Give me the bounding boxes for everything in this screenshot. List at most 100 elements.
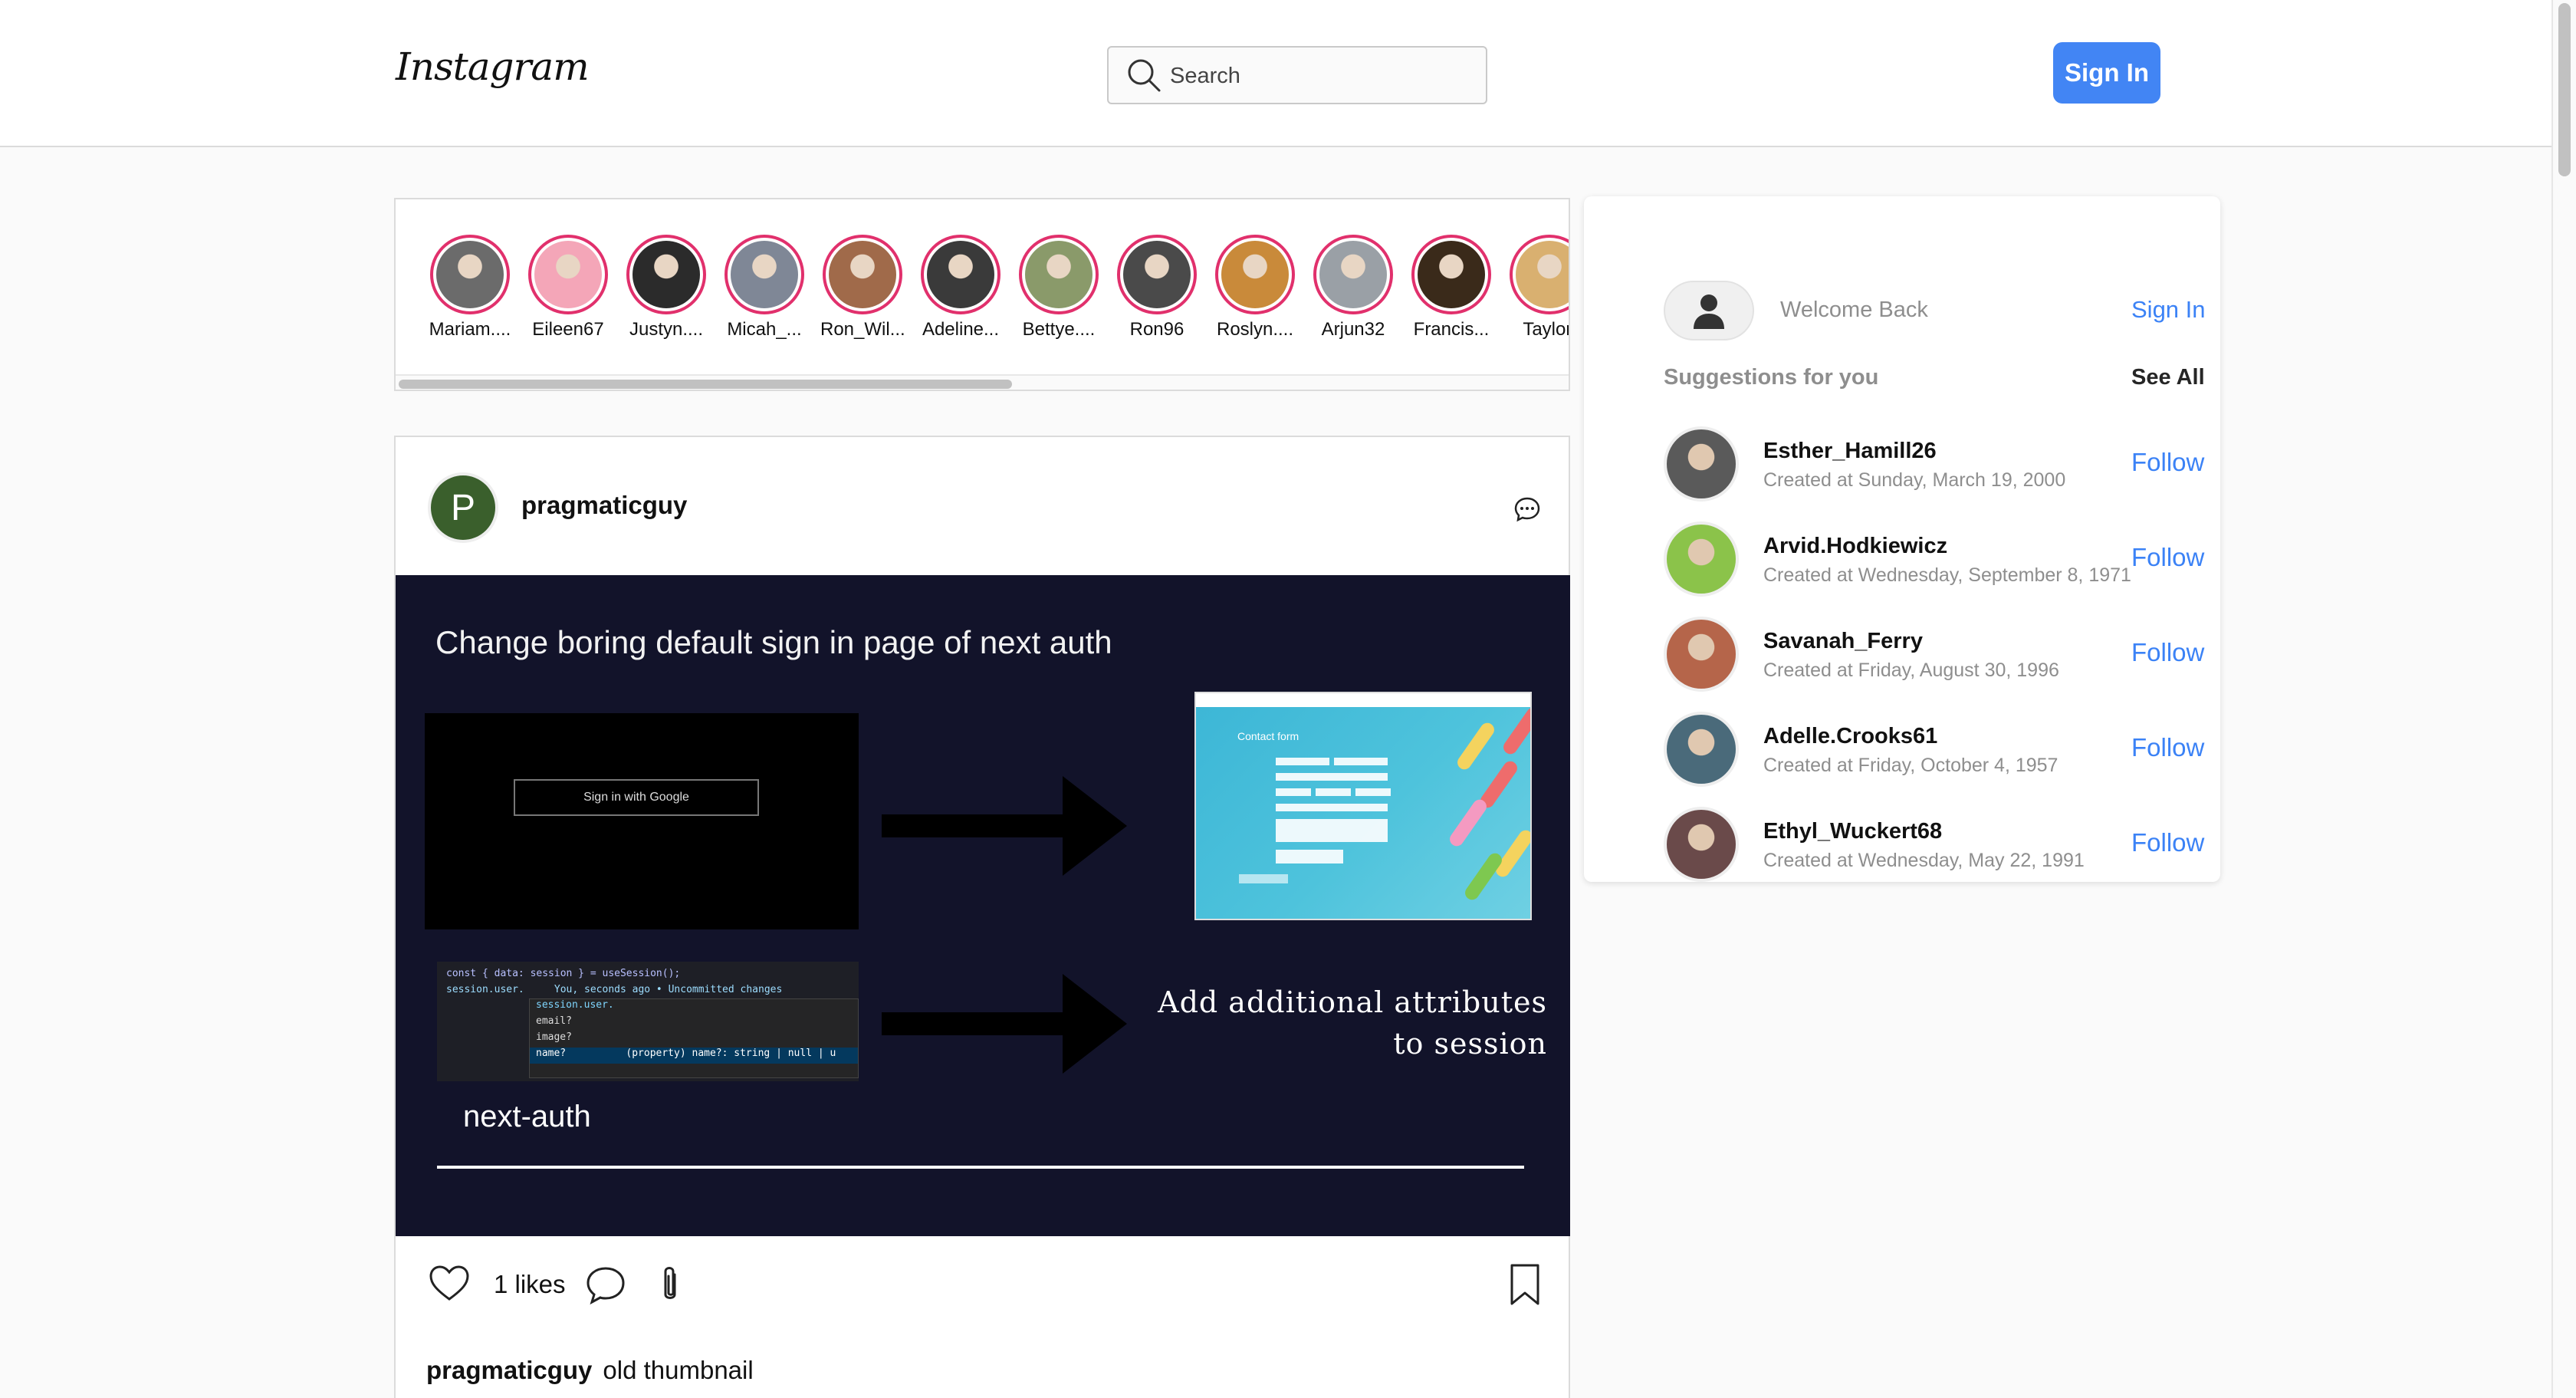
suggestion-avatar[interactable] xyxy=(1664,521,1739,597)
suggestion-username[interactable]: Esther_Hamill26 xyxy=(1763,439,1937,464)
feed-post: P pragmaticguy Change boring default sig… xyxy=(394,436,1570,1398)
search-input[interactable] xyxy=(1170,58,1477,94)
like-count: 1 likes xyxy=(494,1270,566,1298)
story-item[interactable]: Arjun32 xyxy=(1311,235,1395,340)
caption-text: old thumbnail xyxy=(603,1356,754,1384)
post-caption: pragmaticguy old thumbnail xyxy=(426,1356,754,1385)
story-avatar[interactable] xyxy=(430,235,510,314)
code-snippet-screenshot: const { data: session } = useSession(); … xyxy=(437,962,859,1081)
bookmark-icon[interactable] xyxy=(1506,1262,1544,1307)
page-scrollbar-thumb[interactable] xyxy=(2558,3,2571,176)
image-divider xyxy=(437,1166,1524,1169)
story-item[interactable]: Ron96 xyxy=(1115,235,1199,340)
story-avatar[interactable] xyxy=(1215,235,1295,314)
follow-button[interactable]: Follow xyxy=(2131,828,2204,857)
story-avatar[interactable] xyxy=(528,235,608,314)
story-username: Taylor. xyxy=(1523,319,1569,340)
story-avatar[interactable] xyxy=(1411,235,1491,314)
sidebar-sign-in-link[interactable]: Sign In xyxy=(2131,296,2206,324)
follow-button[interactable]: Follow xyxy=(2131,448,2204,477)
follow-button[interactable]: Follow xyxy=(2131,543,2204,572)
post-author-name[interactable]: pragmaticguy xyxy=(521,491,687,520)
suggestion-username[interactable]: Ethyl_Wuckert68 xyxy=(1763,819,1942,844)
story-username: Eileen67 xyxy=(532,319,604,340)
stories-bar: Mariam.... Eileen67 Justyn.... Micah_... Ron… xyxy=(394,198,1570,391)
image-side-text: Add additional attributes to session xyxy=(1158,985,1547,1061)
suggestion-created-date: Created at Friday, August 30, 1996 xyxy=(1763,660,2059,681)
comment-icon[interactable] xyxy=(584,1264,627,1307)
suggestion-username[interactable]: Arvid.Hodkiewicz xyxy=(1763,534,1947,559)
suggestion-username[interactable]: Savanah_Ferry xyxy=(1763,629,1923,654)
story-username: Mariam.... xyxy=(429,319,511,340)
post-actions: 1 likes xyxy=(420,1258,1547,1311)
suggestion-created-date: Created at Sunday, March 19, 2000 xyxy=(1763,469,2066,491)
story-username: Justyn.... xyxy=(629,319,704,340)
story-username: Bettye.... xyxy=(1022,319,1096,340)
story-item[interactable]: Taylor. xyxy=(1507,235,1569,340)
page-scrollbar[interactable] xyxy=(2551,0,2576,1398)
story-username: Roslyn.... xyxy=(1216,319,1294,340)
suggestion-item: Adelle.Crooks61 Created at Friday, Octobe… xyxy=(1664,712,2204,796)
suggestions-sidebar: Welcome Back Sign In Suggestions for you… xyxy=(1584,196,2220,882)
suggestion-item: Arvid.Hodkiewicz Created at Wednesday, Se… xyxy=(1664,521,2204,606)
story-avatar[interactable] xyxy=(1019,235,1099,314)
post-image-title: Change boring default sign in page of ne… xyxy=(435,624,1112,660)
google-signin-mock-button: Sign in with Google xyxy=(514,779,759,816)
story-avatar[interactable] xyxy=(724,235,804,314)
current-user-avatar xyxy=(1664,281,1754,340)
follow-button[interactable]: Follow xyxy=(2131,638,2204,667)
see-all-link[interactable]: See All xyxy=(2131,365,2205,390)
story-item[interactable]: Roslyn.... xyxy=(1213,235,1297,340)
suggestions-title: Suggestions for you xyxy=(1664,365,1879,390)
suggestion-avatar[interactable] xyxy=(1664,617,1739,692)
story-avatar[interactable] xyxy=(921,235,1001,314)
suggestion-created-date: Created at Wednesday, September 8, 1971 xyxy=(1763,564,2131,586)
user-silhouette-icon xyxy=(1694,294,1724,329)
story-username: Francis... xyxy=(1413,319,1490,340)
image-footer-label: next-auth xyxy=(463,1100,591,1133)
story-avatar[interactable] xyxy=(626,235,706,314)
story-item[interactable]: Micah_... xyxy=(722,235,807,340)
story-item[interactable]: Ron_Wil... xyxy=(820,235,905,340)
story-username: Adeline... xyxy=(922,319,1000,340)
contact-form-screenshot: Contact form xyxy=(1194,692,1532,920)
story-avatar[interactable] xyxy=(1117,235,1197,314)
story-username: Ron96 xyxy=(1129,319,1184,340)
autocomplete-popup: session.user. email? image? name? (prope… xyxy=(529,998,859,1078)
stories-scrollbar-thumb[interactable] xyxy=(399,380,1012,389)
search-box[interactable] xyxy=(1107,46,1487,104)
top-navbar: Instagram Sign In xyxy=(0,0,2551,147)
story-item[interactable]: Mariam.... xyxy=(428,235,512,340)
story-avatar[interactable] xyxy=(1510,235,1569,314)
suggestion-avatar[interactable] xyxy=(1664,807,1739,882)
caption-username[interactable]: pragmaticguy xyxy=(426,1356,592,1384)
suggestion-username[interactable]: Adelle.Crooks61 xyxy=(1763,724,1937,749)
story-item[interactable]: Adeline... xyxy=(918,235,1003,340)
suggestion-created-date: Created at Friday, October 4, 1957 xyxy=(1763,755,2058,776)
default-signin-screenshot: Sign in with Google xyxy=(425,713,859,929)
sign-in-button[interactable]: Sign In xyxy=(2053,42,2160,104)
suggestion-item: Savanah_Ferry Created at Friday, August 3… xyxy=(1664,617,2204,701)
stories-scrollbar[interactable] xyxy=(396,374,1569,390)
message-icon[interactable] xyxy=(1513,495,1541,523)
suggestion-created-date: Created at Wednesday, May 22, 1991 xyxy=(1763,850,2085,871)
arrow-right-icon xyxy=(882,776,1127,876)
suggestion-avatar[interactable] xyxy=(1664,712,1739,787)
post-image[interactable]: Change boring default sign in page of ne… xyxy=(396,575,1570,1236)
welcome-text: Welcome Back xyxy=(1780,298,1928,322)
story-username: Ron_Wil... xyxy=(820,319,905,340)
post-author-avatar[interactable]: P xyxy=(428,472,498,543)
suggestion-item: Ethyl_Wuckert68 Created at Wednesday, May… xyxy=(1664,807,2204,891)
story-avatar[interactable] xyxy=(1313,235,1393,314)
follow-button[interactable]: Follow xyxy=(2131,733,2204,762)
heart-icon[interactable] xyxy=(428,1262,471,1305)
story-avatar[interactable] xyxy=(823,235,902,314)
paperclip-icon[interactable] xyxy=(653,1264,687,1307)
story-item[interactable]: Bettye.... xyxy=(1017,235,1101,340)
story-item[interactable]: Eileen67 xyxy=(526,235,610,340)
suggestion-avatar[interactable] xyxy=(1664,426,1739,502)
contact-form-title: Contact form xyxy=(1237,730,1300,742)
instagram-logo[interactable]: Instagram xyxy=(396,44,590,89)
story-item[interactable]: Francis... xyxy=(1409,235,1493,340)
story-item[interactable]: Justyn.... xyxy=(624,235,708,340)
